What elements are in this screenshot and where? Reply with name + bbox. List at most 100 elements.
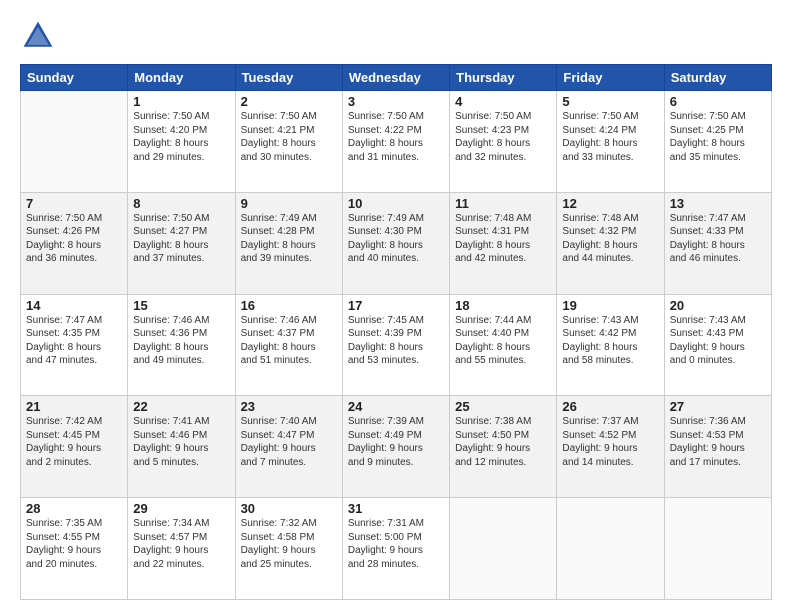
day-number: 24 xyxy=(348,399,444,414)
day-info: Sunrise: 7:45 AM Sunset: 4:39 PM Dayligh… xyxy=(348,314,444,368)
day-number: 27 xyxy=(670,399,766,414)
day-cell: 1Sunrise: 7:50 AM Sunset: 4:20 PM Daylig… xyxy=(128,91,235,193)
day-info: Sunrise: 7:34 AM Sunset: 4:57 PM Dayligh… xyxy=(133,517,229,571)
day-cell: 21Sunrise: 7:42 AM Sunset: 4:45 PM Dayli… xyxy=(21,396,128,498)
day-info: Sunrise: 7:35 AM Sunset: 4:55 PM Dayligh… xyxy=(26,517,122,571)
day-info: Sunrise: 7:50 AM Sunset: 4:24 PM Dayligh… xyxy=(562,110,658,164)
day-info: Sunrise: 7:50 AM Sunset: 4:26 PM Dayligh… xyxy=(26,212,122,266)
day-number: 3 xyxy=(348,94,444,109)
day-cell xyxy=(664,498,771,600)
header-friday: Friday xyxy=(557,65,664,91)
day-info: Sunrise: 7:46 AM Sunset: 4:36 PM Dayligh… xyxy=(133,314,229,368)
day-info: Sunrise: 7:50 AM Sunset: 4:22 PM Dayligh… xyxy=(348,110,444,164)
day-info: Sunrise: 7:50 AM Sunset: 4:21 PM Dayligh… xyxy=(241,110,337,164)
day-number: 2 xyxy=(241,94,337,109)
day-cell: 8Sunrise: 7:50 AM Sunset: 4:27 PM Daylig… xyxy=(128,192,235,294)
day-info: Sunrise: 7:44 AM Sunset: 4:40 PM Dayligh… xyxy=(455,314,551,368)
week-row-1: 1Sunrise: 7:50 AM Sunset: 4:20 PM Daylig… xyxy=(21,91,772,193)
day-cell: 13Sunrise: 7:47 AM Sunset: 4:33 PM Dayli… xyxy=(664,192,771,294)
day-cell: 15Sunrise: 7:46 AM Sunset: 4:36 PM Dayli… xyxy=(128,294,235,396)
day-info: Sunrise: 7:43 AM Sunset: 4:43 PM Dayligh… xyxy=(670,314,766,368)
day-cell: 28Sunrise: 7:35 AM Sunset: 4:55 PM Dayli… xyxy=(21,498,128,600)
day-number: 1 xyxy=(133,94,229,109)
day-cell: 20Sunrise: 7:43 AM Sunset: 4:43 PM Dayli… xyxy=(664,294,771,396)
day-number: 8 xyxy=(133,196,229,211)
day-info: Sunrise: 7:37 AM Sunset: 4:52 PM Dayligh… xyxy=(562,415,658,469)
day-info: Sunrise: 7:36 AM Sunset: 4:53 PM Dayligh… xyxy=(670,415,766,469)
header-wednesday: Wednesday xyxy=(342,65,449,91)
day-number: 25 xyxy=(455,399,551,414)
day-info: Sunrise: 7:50 AM Sunset: 4:27 PM Dayligh… xyxy=(133,212,229,266)
day-info: Sunrise: 7:49 AM Sunset: 4:28 PM Dayligh… xyxy=(241,212,337,266)
day-number: 16 xyxy=(241,298,337,313)
day-number: 29 xyxy=(133,501,229,516)
day-number: 12 xyxy=(562,196,658,211)
day-info: Sunrise: 7:50 AM Sunset: 4:23 PM Dayligh… xyxy=(455,110,551,164)
day-info: Sunrise: 7:48 AM Sunset: 4:32 PM Dayligh… xyxy=(562,212,658,266)
day-number: 18 xyxy=(455,298,551,313)
day-number: 30 xyxy=(241,501,337,516)
day-cell xyxy=(450,498,557,600)
day-cell: 27Sunrise: 7:36 AM Sunset: 4:53 PM Dayli… xyxy=(664,396,771,498)
day-info: Sunrise: 7:47 AM Sunset: 4:33 PM Dayligh… xyxy=(670,212,766,266)
day-info: Sunrise: 7:39 AM Sunset: 4:49 PM Dayligh… xyxy=(348,415,444,469)
day-cell: 5Sunrise: 7:50 AM Sunset: 4:24 PM Daylig… xyxy=(557,91,664,193)
day-number: 4 xyxy=(455,94,551,109)
day-info: Sunrise: 7:46 AM Sunset: 4:37 PM Dayligh… xyxy=(241,314,337,368)
day-number: 13 xyxy=(670,196,766,211)
day-cell: 2Sunrise: 7:50 AM Sunset: 4:21 PM Daylig… xyxy=(235,91,342,193)
day-info: Sunrise: 7:43 AM Sunset: 4:42 PM Dayligh… xyxy=(562,314,658,368)
day-cell: 23Sunrise: 7:40 AM Sunset: 4:47 PM Dayli… xyxy=(235,396,342,498)
day-number: 26 xyxy=(562,399,658,414)
day-info: Sunrise: 7:48 AM Sunset: 4:31 PM Dayligh… xyxy=(455,212,551,266)
logo xyxy=(20,18,58,54)
page: SundayMondayTuesdayWednesdayThursdayFrid… xyxy=(0,0,792,612)
day-cell: 18Sunrise: 7:44 AM Sunset: 4:40 PM Dayli… xyxy=(450,294,557,396)
week-row-2: 7Sunrise: 7:50 AM Sunset: 4:26 PM Daylig… xyxy=(21,192,772,294)
day-number: 9 xyxy=(241,196,337,211)
day-number: 19 xyxy=(562,298,658,313)
day-number: 11 xyxy=(455,196,551,211)
calendar-table: SundayMondayTuesdayWednesdayThursdayFrid… xyxy=(20,64,772,600)
day-number: 14 xyxy=(26,298,122,313)
day-cell: 24Sunrise: 7:39 AM Sunset: 4:49 PM Dayli… xyxy=(342,396,449,498)
day-info: Sunrise: 7:31 AM Sunset: 5:00 PM Dayligh… xyxy=(348,517,444,571)
day-cell: 4Sunrise: 7:50 AM Sunset: 4:23 PM Daylig… xyxy=(450,91,557,193)
day-cell xyxy=(21,91,128,193)
day-cell xyxy=(557,498,664,600)
day-cell: 31Sunrise: 7:31 AM Sunset: 5:00 PM Dayli… xyxy=(342,498,449,600)
day-cell: 7Sunrise: 7:50 AM Sunset: 4:26 PM Daylig… xyxy=(21,192,128,294)
day-cell: 10Sunrise: 7:49 AM Sunset: 4:30 PM Dayli… xyxy=(342,192,449,294)
day-cell: 17Sunrise: 7:45 AM Sunset: 4:39 PM Dayli… xyxy=(342,294,449,396)
header-thursday: Thursday xyxy=(450,65,557,91)
day-info: Sunrise: 7:40 AM Sunset: 4:47 PM Dayligh… xyxy=(241,415,337,469)
header-row: SundayMondayTuesdayWednesdayThursdayFrid… xyxy=(21,65,772,91)
day-number: 21 xyxy=(26,399,122,414)
day-info: Sunrise: 7:41 AM Sunset: 4:46 PM Dayligh… xyxy=(133,415,229,469)
header-tuesday: Tuesday xyxy=(235,65,342,91)
day-info: Sunrise: 7:50 AM Sunset: 4:20 PM Dayligh… xyxy=(133,110,229,164)
day-cell: 16Sunrise: 7:46 AM Sunset: 4:37 PM Dayli… xyxy=(235,294,342,396)
week-row-3: 14Sunrise: 7:47 AM Sunset: 4:35 PM Dayli… xyxy=(21,294,772,396)
day-number: 20 xyxy=(670,298,766,313)
day-number: 6 xyxy=(670,94,766,109)
day-cell: 12Sunrise: 7:48 AM Sunset: 4:32 PM Dayli… xyxy=(557,192,664,294)
day-cell: 25Sunrise: 7:38 AM Sunset: 4:50 PM Dayli… xyxy=(450,396,557,498)
day-number: 28 xyxy=(26,501,122,516)
day-info: Sunrise: 7:47 AM Sunset: 4:35 PM Dayligh… xyxy=(26,314,122,368)
header xyxy=(20,18,772,54)
week-row-5: 28Sunrise: 7:35 AM Sunset: 4:55 PM Dayli… xyxy=(21,498,772,600)
day-info: Sunrise: 7:42 AM Sunset: 4:45 PM Dayligh… xyxy=(26,415,122,469)
day-number: 15 xyxy=(133,298,229,313)
day-number: 10 xyxy=(348,196,444,211)
day-cell: 26Sunrise: 7:37 AM Sunset: 4:52 PM Dayli… xyxy=(557,396,664,498)
day-cell: 19Sunrise: 7:43 AM Sunset: 4:42 PM Dayli… xyxy=(557,294,664,396)
day-info: Sunrise: 7:50 AM Sunset: 4:25 PM Dayligh… xyxy=(670,110,766,164)
header-saturday: Saturday xyxy=(664,65,771,91)
logo-icon xyxy=(20,18,56,54)
day-cell: 3Sunrise: 7:50 AM Sunset: 4:22 PM Daylig… xyxy=(342,91,449,193)
day-number: 22 xyxy=(133,399,229,414)
day-info: Sunrise: 7:38 AM Sunset: 4:50 PM Dayligh… xyxy=(455,415,551,469)
day-cell: 6Sunrise: 7:50 AM Sunset: 4:25 PM Daylig… xyxy=(664,91,771,193)
day-number: 31 xyxy=(348,501,444,516)
